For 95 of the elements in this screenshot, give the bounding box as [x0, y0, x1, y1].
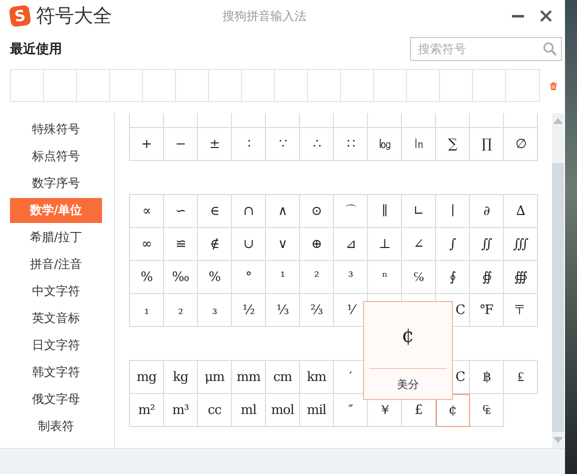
category-item[interactable]: 数字序号 — [10, 171, 102, 196]
symbol-cell[interactable]: ≌ — [164, 228, 198, 261]
symbol-cell[interactable]: ₠ — [470, 394, 504, 427]
symbol-cell[interactable]: % — [130, 261, 164, 294]
search-field[interactable]: 搜索符号 — [410, 37, 562, 61]
logo: S — [8, 4, 32, 28]
symbol-cell[interactable]: ㏑ — [402, 128, 436, 161]
close-icon — [540, 10, 552, 22]
symbol-cell[interactable]: ∽ — [164, 195, 198, 228]
symbol-cell[interactable]: ∧ — [266, 195, 300, 228]
symbol-cell[interactable]: ½ — [232, 294, 266, 327]
category-item[interactable]: 英文音标 — [10, 306, 102, 331]
scrollbar[interactable] — [552, 113, 564, 448]
symbol-cell[interactable]: mil — [300, 394, 334, 427]
symbol-cell[interactable]: 〒 — [504, 294, 538, 327]
category-item[interactable]: 制表符 — [10, 414, 102, 439]
symbol-cell[interactable]: ∴ — [300, 128, 334, 161]
category-item[interactable]: 特殊符号 — [10, 117, 102, 142]
category-item[interactable]: 俄文字母 — [10, 387, 102, 412]
symbol-cell[interactable]: ₂ — [164, 294, 198, 327]
symbol-cell[interactable]: m² — [130, 394, 164, 427]
symbol-cell[interactable]: km — [300, 361, 334, 394]
symbol-cell[interactable]: ³ — [334, 261, 368, 294]
symbol-cell[interactable]: cm — [266, 361, 300, 394]
symbol-cell[interactable]: ⅓ — [266, 294, 300, 327]
symbol-cell[interactable]: ⅔ — [300, 294, 334, 327]
symbol-cell[interactable]: ∏ — [470, 128, 504, 161]
symbol-cell[interactable]: m³ — [164, 394, 198, 427]
symbol-cell[interactable]: ₁ — [130, 294, 164, 327]
symbol-cell[interactable]: − — [164, 128, 198, 161]
symbol-cell[interactable]: ₤ — [504, 361, 538, 394]
symbol-cell[interactable]: ⊕ — [300, 228, 334, 261]
symbol-cell[interactable]: ± — [198, 128, 232, 161]
symbol-cell[interactable]: ∑ — [436, 128, 470, 161]
symbol-cell[interactable]: ∉ — [198, 228, 232, 261]
symbol-cell[interactable]: ∰ — [504, 261, 538, 294]
symbol-cell[interactable]: ⊿ — [334, 228, 368, 261]
tooltip-label: 美分 — [397, 376, 419, 392]
symbol-cell[interactable]: ² — [300, 261, 334, 294]
search-icon[interactable] — [543, 42, 557, 56]
symbol-cell[interactable]: ∫ — [436, 228, 470, 261]
symbol-cell[interactable]: kg — [164, 361, 198, 394]
symbol-cell[interactable]: % — [198, 261, 232, 294]
symbol-cell[interactable]: ∝ — [130, 195, 164, 228]
symbol-cell[interactable]: ∬ — [470, 228, 504, 261]
symbol-cell[interactable]: mg — [130, 361, 164, 394]
app-name: 搜狗拼音输入法 — [222, 8, 308, 24]
symbol-cell[interactable]: ℉ — [470, 294, 504, 327]
symbol-cell[interactable]: ℅ — [402, 261, 436, 294]
symbol-cell[interactable]: ∵ — [266, 128, 300, 161]
symbol-cell[interactable]: ∷ — [334, 128, 368, 161]
symbol-cell[interactable]: ⊥ — [368, 228, 402, 261]
tooltip-symbol: ¢ — [402, 322, 414, 349]
symbol-cell[interactable]: ∞ — [130, 228, 164, 261]
symbol-cell[interactable]: ∯ — [470, 261, 504, 294]
category-item[interactable]: 希腊/拉丁 — [10, 225, 102, 250]
symbol-cell[interactable]: mm — [232, 361, 266, 394]
symbol-cell[interactable]: ∮ — [436, 261, 470, 294]
symbol-cell[interactable]: ∭ — [504, 228, 538, 261]
symbol-cell[interactable]: ⊙ — [300, 195, 334, 228]
minimize-icon — [512, 14, 524, 18]
category-item[interactable]: 中文字符 — [10, 279, 102, 304]
symbol-cell[interactable]: μm — [198, 361, 232, 394]
symbol-cell[interactable]: ₃ — [198, 294, 232, 327]
symbol-cell[interactable]: ∠ — [402, 228, 436, 261]
scroll-down-icon[interactable] — [553, 437, 563, 443]
symbol-cell[interactable]: ml — [232, 394, 266, 427]
category-item[interactable]: 拼音/注音 — [10, 252, 102, 277]
symbol-cell[interactable]: ⌒ — [334, 195, 368, 228]
symbol-cell[interactable]: ∣ — [436, 195, 470, 228]
category-item[interactable]: 日文字符 — [10, 333, 102, 358]
symbol-cell[interactable]: ∟ — [402, 195, 436, 228]
symbol-cell[interactable]: ∥ — [368, 195, 402, 228]
category-item[interactable]: 韩文字符 — [10, 360, 102, 385]
symbol-cell[interactable]: ° — [232, 261, 266, 294]
symbol-cell[interactable]: ∶ — [232, 128, 266, 161]
symbol-cell[interactable]: + — [130, 128, 164, 161]
window-title: 符号大全 — [36, 4, 112, 29]
symbol-cell[interactable]: ∨ — [266, 228, 300, 261]
category-item[interactable]: 标点符号 — [10, 144, 102, 169]
symbol-cell[interactable]: ∆ — [504, 195, 538, 228]
symbol-cell[interactable]: cc — [198, 394, 232, 427]
symbol-cell[interactable]: ∩ — [232, 195, 266, 228]
symbol-cell[interactable]: ¹ — [266, 261, 300, 294]
symbol-cell[interactable]: ∅ — [504, 128, 538, 161]
section-title: 最近使用 — [10, 41, 62, 58]
symbol-cell[interactable]: ฿ — [470, 361, 504, 394]
symbol-cell[interactable]: ⁿ — [368, 261, 402, 294]
symbol-cell[interactable]: ∪ — [232, 228, 266, 261]
symbol-cell[interactable]: mol — [266, 394, 300, 427]
symbol-cell[interactable]: ‰ — [164, 261, 198, 294]
scroll-up-icon[interactable] — [553, 118, 563, 124]
symbol-cell[interactable]: ∈ — [198, 195, 232, 228]
symbol-cell[interactable]: ∂ — [470, 195, 504, 228]
symbol-cell[interactable]: ㏒ — [368, 128, 402, 161]
